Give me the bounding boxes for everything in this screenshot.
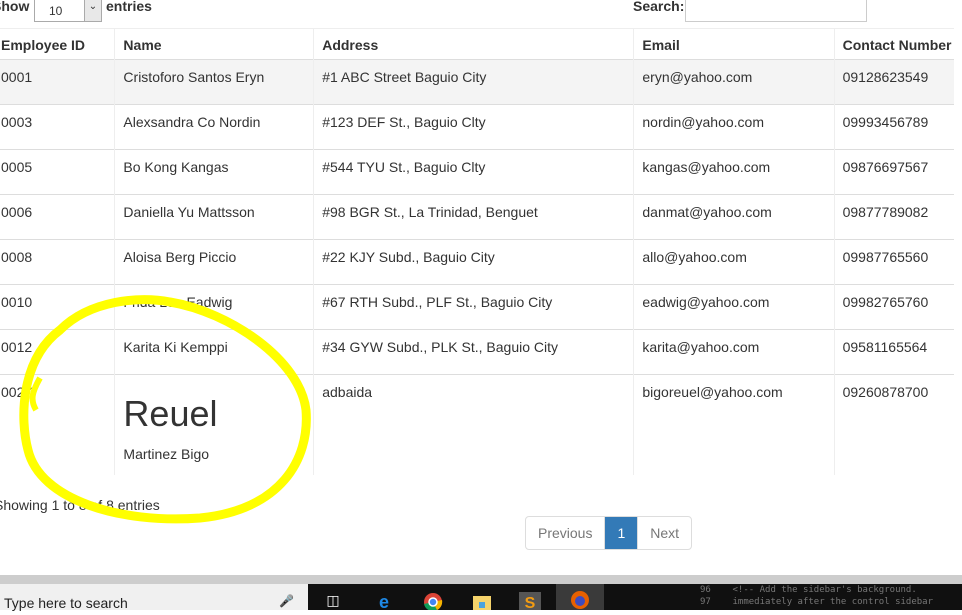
microphone-icon[interactable]: 🎤 xyxy=(279,594,294,608)
file-explorer-icon[interactable] xyxy=(471,592,493,610)
sublime-text-icon[interactable]: S xyxy=(519,592,541,612)
edge-icon[interactable]: e xyxy=(373,592,395,612)
chrome-icon[interactable] xyxy=(422,592,444,612)
taskbar-search[interactable]: Type here to search 🎤 xyxy=(0,584,308,611)
code-line: 97 immediately after the control sidebar xyxy=(700,597,933,607)
code-editor-preview: 96 <!-- Add the sidebar's background. 97 … xyxy=(700,584,933,608)
yellow-highlight-circle xyxy=(19,295,311,524)
horizontal-scrollbar[interactable] xyxy=(0,575,962,584)
taskbar-search-placeholder: Type here to search xyxy=(4,595,128,611)
taskbar: Type here to search 🎤 ◫ e S 96 <!-- Add t… xyxy=(0,584,962,612)
task-view-icon[interactable]: ◫ xyxy=(322,592,344,610)
code-line: 96 <!-- Add the sidebar's background. xyxy=(700,585,917,595)
firefox-icon[interactable] xyxy=(556,584,604,610)
